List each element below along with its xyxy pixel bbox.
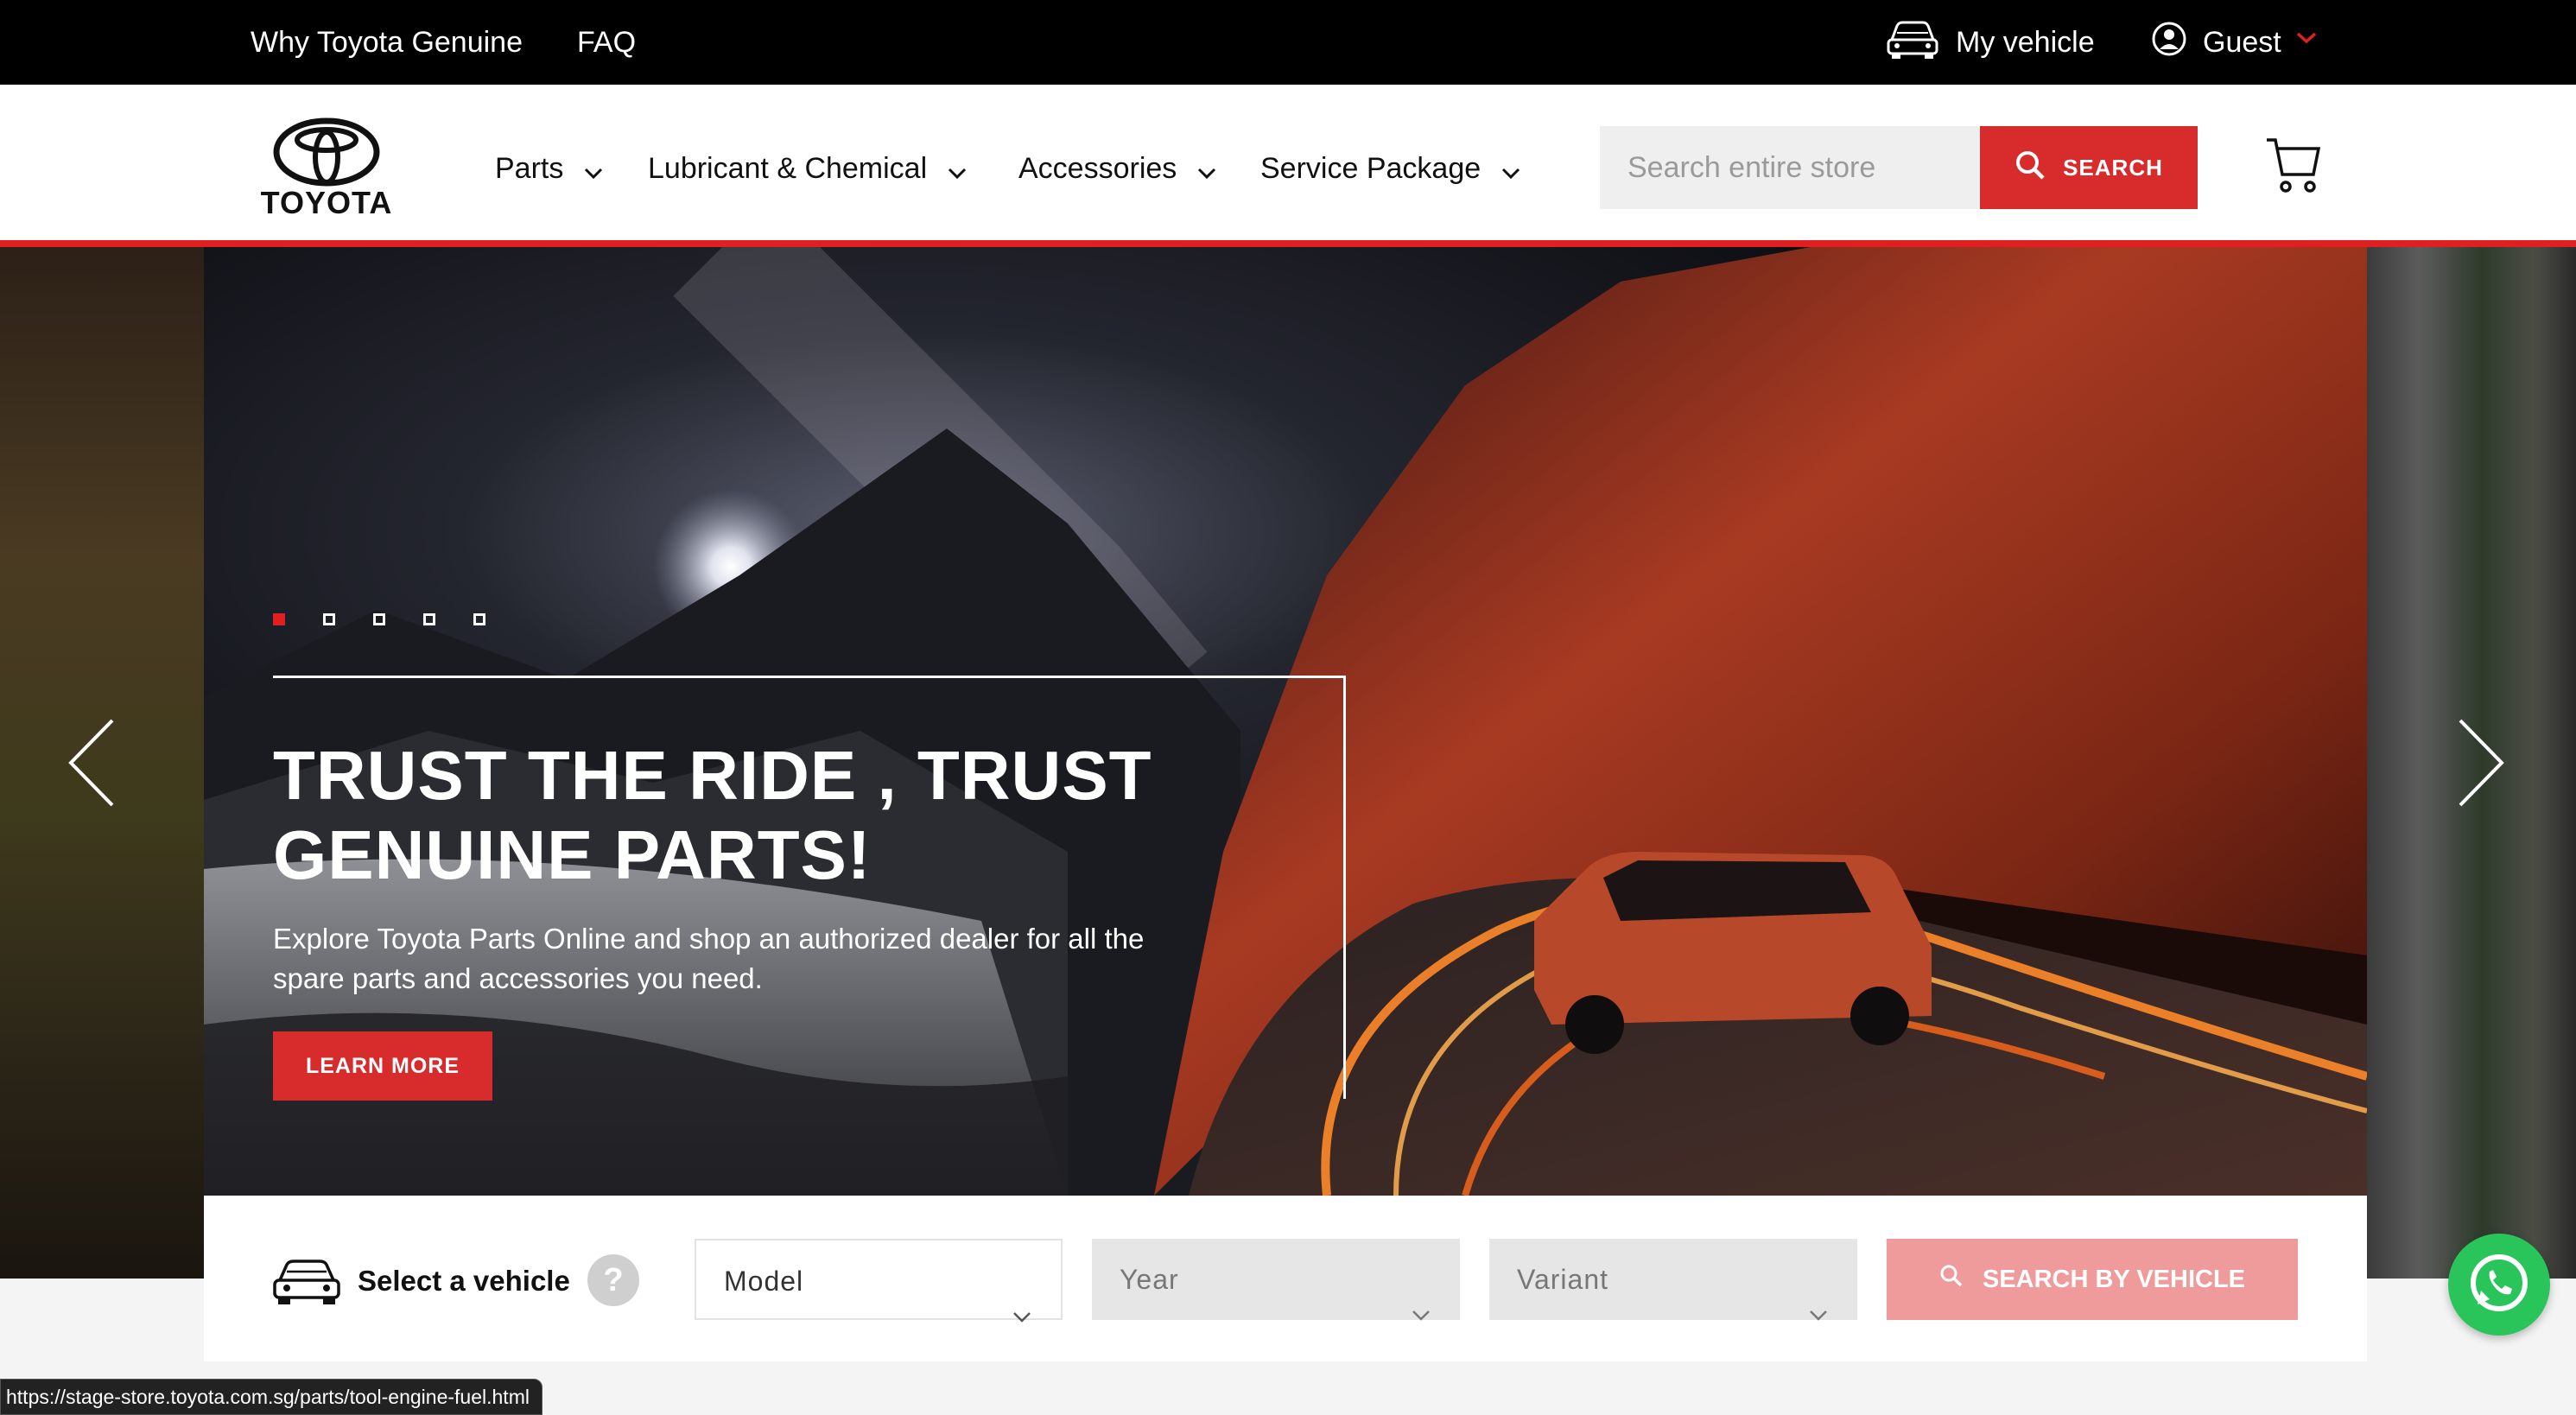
search-by-vehicle-label: SEARCH BY VEHICLE bbox=[1982, 1265, 2246, 1293]
slide-dot-2[interactable] bbox=[323, 613, 335, 625]
slide-indicators bbox=[273, 613, 485, 625]
link-status-url: https://stage-store.toyota.com.sg/parts/… bbox=[0, 1379, 542, 1415]
hero-banner: TRUST THE RIDE , TRUST GENUINE PARTS! Ex… bbox=[204, 247, 2367, 1196]
search-icon bbox=[1939, 1264, 1964, 1295]
model-select-value: Model bbox=[724, 1266, 804, 1297]
top-bar: Why Toyota Genuine FAQ My vehicle Guest bbox=[0, 0, 2576, 85]
year-select[interactable]: Year bbox=[1092, 1239, 1460, 1321]
faq-link[interactable]: FAQ bbox=[577, 21, 636, 64]
toyota-logo[interactable]: TOYOTA bbox=[251, 117, 403, 221]
chevron-down-icon bbox=[1809, 1272, 1828, 1353]
user-icon bbox=[2151, 21, 2187, 61]
chevron-down-icon bbox=[584, 154, 603, 187]
prev-arrow-icon[interactable] bbox=[66, 717, 117, 809]
slide-dot-4[interactable] bbox=[423, 613, 435, 625]
hero-headline: TRUST THE RIDE , TRUST GENUINE PARTS! bbox=[273, 736, 1310, 895]
nav-lubricant-chemical[interactable]: Lubricant & Chemical bbox=[648, 152, 967, 187]
whatsapp-chat-button[interactable] bbox=[2448, 1234, 2550, 1336]
model-select[interactable]: Model bbox=[695, 1239, 1063, 1323]
cart-icon[interactable] bbox=[2265, 135, 2321, 195]
nav-label: Accessories bbox=[1018, 152, 1177, 185]
guest-menu[interactable]: Guest bbox=[2203, 21, 2281, 64]
headline-line-2: GENUINE PARTS! bbox=[273, 816, 872, 893]
logo-text: TOYOTA bbox=[260, 185, 393, 220]
search-input[interactable] bbox=[1600, 126, 1980, 209]
next-arrow-icon[interactable] bbox=[2455, 717, 2507, 809]
header-accent-line bbox=[0, 240, 2576, 247]
search-button[interactable]: SEARCH bbox=[1980, 126, 2198, 209]
year-select-value: Year bbox=[1120, 1264, 1179, 1295]
help-icon[interactable]: ? bbox=[587, 1254, 639, 1306]
slide-dot-1[interactable] bbox=[273, 613, 285, 625]
vehicle-selector: Select a vehicle ? Model Year Variant SE… bbox=[204, 1196, 2367, 1361]
why-toyota-genuine-link[interactable]: Why Toyota Genuine bbox=[251, 21, 523, 64]
variant-select-value: Variant bbox=[1517, 1264, 1609, 1295]
search-by-vehicle-button[interactable]: SEARCH BY VEHICLE bbox=[1887, 1239, 2298, 1320]
nav-service-package[interactable]: Service Package bbox=[1260, 152, 1520, 187]
toyota-emblem-icon bbox=[273, 117, 380, 187]
my-vehicle-link[interactable]: My vehicle bbox=[1956, 21, 2095, 64]
slide-dot-3[interactable] bbox=[373, 613, 385, 625]
variant-select[interactable]: Variant bbox=[1489, 1239, 1857, 1321]
nav-parts[interactable]: Parts bbox=[495, 152, 603, 187]
nav-label: Service Package bbox=[1260, 152, 1482, 185]
chevron-down-icon bbox=[1501, 154, 1520, 187]
headline-line-1: TRUST THE RIDE , TRUST bbox=[273, 737, 1152, 814]
slide-dot-5[interactable] bbox=[473, 613, 485, 625]
nav-label: Lubricant & Chemical bbox=[648, 152, 928, 185]
nav-accessories[interactable]: Accessories bbox=[1018, 152, 1216, 187]
search-icon bbox=[2014, 149, 2046, 187]
chevron-down-icon bbox=[1012, 1273, 1031, 1355]
hero-subtext: Explore Toyota Parts Online and shop an … bbox=[273, 923, 1145, 994]
nav-label: Parts bbox=[495, 152, 564, 185]
chevron-down-icon bbox=[1412, 1272, 1431, 1353]
main-header: TOYOTA Parts Lubricant & Chemical Access… bbox=[0, 85, 2576, 240]
search-button-label: SEARCH bbox=[2063, 154, 2163, 181]
select-vehicle-title: Select a vehicle bbox=[358, 1265, 570, 1297]
learn-more-button[interactable]: LEARN MORE bbox=[273, 1031, 492, 1101]
chevron-down-icon bbox=[948, 154, 967, 187]
car-icon bbox=[1885, 19, 1940, 67]
chevron-down-icon[interactable] bbox=[2296, 31, 2317, 49]
whatsapp-icon bbox=[2471, 1254, 2528, 1311]
chevron-down-icon bbox=[1197, 154, 1216, 187]
car-icon bbox=[271, 1256, 342, 1312]
